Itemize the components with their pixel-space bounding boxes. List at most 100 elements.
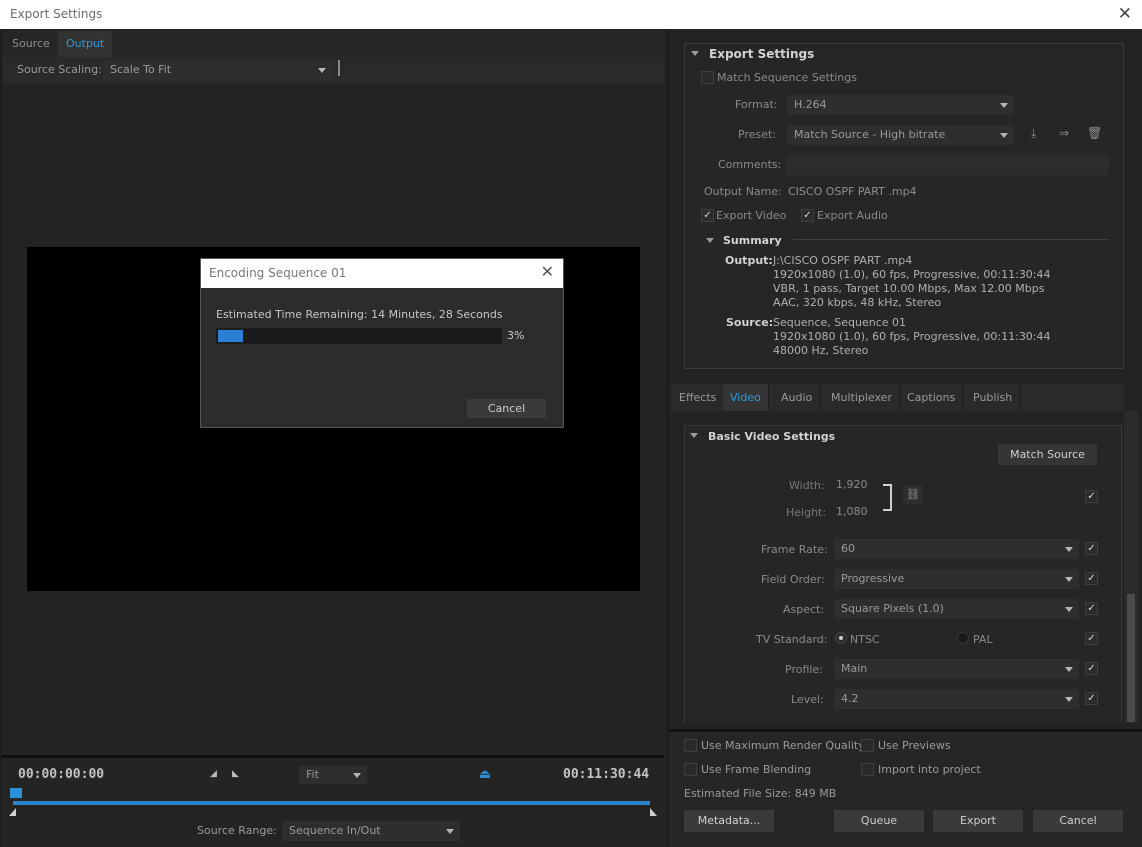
zoom-value: Fit: [306, 768, 319, 781]
tv-standard-checkbox[interactable]: ✓: [1085, 632, 1098, 645]
frame-rate-label: Frame Rate:: [761, 543, 828, 556]
field-order-label: Field Order:: [761, 573, 825, 586]
tab-source[interactable]: Source: [4, 31, 58, 57]
output-name-link[interactable]: CISCO OSPF PART .mp4: [788, 185, 917, 198]
match-sequence-label: Match Sequence Settings: [717, 71, 857, 84]
ntsc-label: NTSC: [850, 633, 880, 646]
start-timecode[interactable]: 00:00:00:00: [18, 767, 104, 782]
close-icon[interactable]: ✕: [541, 262, 554, 281]
source-range-label: Source Range:: [197, 824, 277, 837]
settings-tabbar: Effects Video Audio Multiplexer Captions…: [671, 384, 1124, 411]
tab-captions[interactable]: Captions: [900, 384, 964, 411]
settings-scrollbar[interactable]: [1124, 411, 1138, 723]
save-preset-icon[interactable]: ⇒: [1059, 126, 1069, 140]
cancel-button[interactable]: Cancel: [1033, 810, 1123, 832]
frame-rate-checkbox[interactable]: ✓: [1085, 542, 1098, 555]
window-titlebar: Export Settings ✕: [0, 0, 1142, 29]
summary-source-line-2: 1920x1080 (1.0), 60 fps, Progressive, 00…: [773, 330, 1051, 343]
use-previews-checkbox[interactable]: [861, 739, 874, 752]
end-timecode[interactable]: 00:11:30:44: [563, 767, 649, 782]
zoom-dropdown[interactable]: Fit: [299, 766, 367, 784]
preview-tabbar: Source Output: [2, 31, 664, 57]
cursor-divider: [338, 60, 340, 76]
level-value: 4.2: [841, 692, 859, 705]
step-forward-icon[interactable]: ◣: [232, 769, 239, 779]
collapse-icon[interactable]: [690, 433, 698, 438]
aspect-dropdown[interactable]: Square Pixels (1.0): [834, 599, 1079, 619]
step-back-icon[interactable]: ◢: [210, 769, 217, 779]
queue-button[interactable]: Queue: [834, 810, 924, 832]
estimated-file-size: Estimated File Size: 849 MB: [684, 787, 837, 800]
basic-video-settings-section: Basic Video Settings Match Source Width:…: [684, 425, 1122, 723]
export-video-label: Export Video: [716, 209, 787, 222]
format-value: H.264: [794, 98, 827, 111]
comments-field[interactable]: [786, 155, 1109, 175]
profile-checkbox[interactable]: ✓: [1085, 662, 1098, 675]
tab-video[interactable]: Video: [723, 384, 769, 411]
dimensions-checkbox[interactable]: ✓: [1085, 490, 1098, 503]
tab-output[interactable]: Output: [58, 31, 113, 57]
height-value[interactable]: 1,080: [836, 505, 868, 518]
tab-audio[interactable]: Audio: [774, 384, 821, 411]
aspect-checkbox[interactable]: ✓: [1085, 602, 1098, 615]
ntsc-radio[interactable]: [835, 632, 847, 644]
tv-standard-label: TV Standard:: [756, 633, 828, 646]
profile-value: Main: [841, 662, 868, 675]
tab-effects[interactable]: Effects: [672, 384, 725, 411]
field-order-dropdown[interactable]: Progressive: [834, 569, 1079, 589]
timeline-range-bar[interactable]: [13, 801, 650, 805]
max-render-quality-label: Use Maximum Render Quality: [701, 739, 865, 752]
source-range-dropdown[interactable]: Sequence In/Out: [282, 821, 460, 841]
profile-dropdown[interactable]: Main: [834, 659, 1079, 679]
dialog-cancel-button[interactable]: Cancel: [467, 399, 546, 418]
frame-rate-dropdown[interactable]: 60: [834, 539, 1079, 559]
radio-dot: [839, 636, 843, 640]
scrollbar-thumb[interactable]: [1127, 594, 1135, 722]
link-icon[interactable]: ⛓: [903, 486, 923, 504]
set-range-icon[interactable]: ⏏: [479, 767, 491, 782]
source-scaling-dropdown[interactable]: Scale To Fit: [103, 60, 332, 80]
chevron-down-icon: [1000, 103, 1008, 108]
format-dropdown[interactable]: H.264: [787, 95, 1014, 115]
level-checkbox[interactable]: ✓: [1085, 692, 1098, 705]
export-video-checkbox[interactable]: ✓: [701, 209, 714, 222]
level-dropdown[interactable]: 4.2: [834, 689, 1079, 709]
export-button[interactable]: Export: [933, 810, 1023, 832]
close-icon[interactable]: ✕: [1118, 4, 1132, 24]
window-title: Export Settings: [10, 7, 103, 21]
match-source-button[interactable]: Match Source: [998, 444, 1097, 465]
in-point-handle[interactable]: [9, 808, 16, 816]
out-point-handle[interactable]: [650, 808, 657, 816]
summary-collapse-icon[interactable]: [706, 238, 714, 243]
import-into-project-label: Import into project: [878, 763, 981, 776]
aspect-value: Square Pixels (1.0): [841, 602, 944, 615]
encoding-dialog: Encoding Sequence 01 ✕ Estimated Time Re…: [200, 258, 564, 428]
metadata-button[interactable]: Metadata...: [684, 810, 774, 832]
import-preset-icon[interactable]: ⤓: [1031, 126, 1036, 141]
tab-multiplexer[interactable]: Multiplexer: [824, 384, 900, 411]
format-label: Format:: [735, 98, 778, 111]
encoding-progress-bar: [216, 328, 502, 344]
chevron-down-icon: [1065, 547, 1073, 552]
frame-blending-checkbox[interactable]: [684, 763, 697, 776]
time-remaining-text: Estimated Time Remaining: 14 Minutes, 28…: [216, 308, 503, 321]
playhead-icon[interactable]: [10, 788, 22, 798]
profile-label: Profile:: [785, 663, 823, 676]
pal-radio[interactable]: [957, 632, 969, 644]
summary-output-line-4: AAC, 320 kbps, 48 kHz, Stereo: [773, 296, 942, 309]
export-settings-section: Export Settings Match Sequence Settings …: [684, 43, 1124, 369]
max-render-quality-checkbox[interactable]: [684, 739, 697, 752]
collapse-icon[interactable]: [691, 51, 699, 56]
tab-publish[interactable]: Publish: [966, 384, 1021, 411]
import-into-project-checkbox[interactable]: [861, 763, 874, 776]
field-order-checkbox[interactable]: ✓: [1085, 572, 1098, 585]
pal-label: PAL: [973, 633, 993, 646]
preset-dropdown[interactable]: Match Source - High bitrate: [787, 125, 1014, 145]
width-label: Width:: [789, 479, 825, 492]
dialog-titlebar: Encoding Sequence 01 ✕: [201, 259, 563, 288]
match-sequence-checkbox[interactable]: [701, 71, 714, 84]
export-audio-checkbox[interactable]: ✓: [801, 209, 814, 222]
delete-preset-icon[interactable]: 🗑: [1087, 126, 1102, 140]
output-name-label: Output Name:: [704, 185, 782, 198]
width-value[interactable]: 1,920: [836, 478, 868, 491]
